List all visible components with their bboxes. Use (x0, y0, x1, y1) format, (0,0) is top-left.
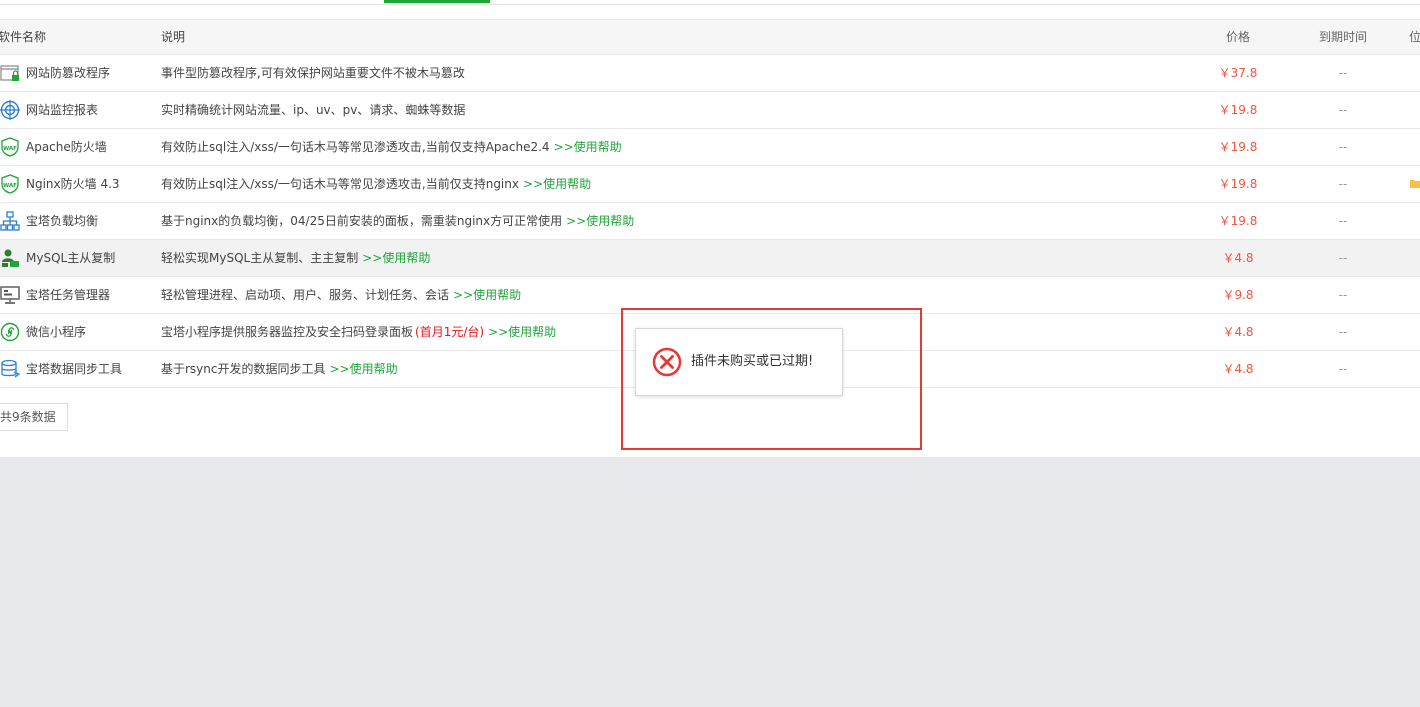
plugin-price: ￥19.8 (1218, 177, 1258, 191)
tab-bar (0, 0, 1420, 5)
table-row[interactable]: 宝塔负载均衡 基于nginx的负载均衡，04/25日前安装的面板，需重装ngin… (0, 203, 1420, 240)
folder-icon[interactable] (1410, 179, 1420, 188)
plugin-expire: -- (1338, 214, 1348, 228)
header-description: 说明 (161, 30, 186, 44)
plugin-price: ￥37.8 (1218, 66, 1258, 80)
header-name[interactable]: 软件名称 (0, 20, 46, 54)
plugin-name[interactable]: Nginx防火墙 4.3 (26, 166, 120, 202)
plugin-description: 有效防止sql注入/xss/一句话木马等常见渗透攻击,当前仅支持Apache2.… (161, 140, 622, 154)
help-link[interactable]: >>使用帮助 (488, 325, 556, 339)
wechat-miniapp-icon (0, 322, 20, 342)
plugin-name[interactable]: 微信小程序 (26, 314, 86, 350)
total-count: 共9条数据 (0, 403, 68, 431)
active-tab-indicator[interactable] (384, 0, 490, 3)
help-link[interactable]: >>使用帮助 (523, 177, 591, 191)
waf-shield-icon: WAF (1, 174, 19, 194)
svg-text:WAF: WAF (3, 146, 17, 152)
monitor-report-icon (0, 100, 20, 120)
plugin-description: 基于nginx的负载均衡，04/25日前安装的面板，需重装nginx方可正常使用… (161, 214, 635, 228)
table-row[interactable]: MySQL主从复制 轻松实现MySQL主从复制、主主复制 >>使用帮助 ￥4.8 … (0, 240, 1420, 277)
plugin-description: 基于rsync开发的数据同步工具 >>使用帮助 (161, 362, 398, 376)
plugin-name[interactable]: 宝塔负载均衡 (26, 203, 98, 239)
plugin-price: ￥19.8 (1218, 140, 1258, 154)
waf-shield-icon: WAF (1, 137, 19, 157)
header-position: 位 (1409, 30, 1420, 44)
table-header: 软件名称 说明 价格 到期时间 位 (0, 19, 1420, 55)
plugin-description: 实时精确统计网站流量、ip、uv、pv、请求、蜘蛛等数据 (161, 103, 466, 117)
plugin-expire: -- (1338, 103, 1348, 117)
help-link[interactable]: >>使用帮助 (453, 288, 521, 302)
plugin-description: 轻松实现MySQL主从复制、主主复制 >>使用帮助 (161, 251, 431, 265)
plugin-name[interactable]: Apache防火墙 (26, 129, 107, 165)
plugin-description: 事件型防篡改程序,可有效保护网站重要文件不被木马篡改 (161, 66, 465, 80)
header-expire[interactable]: 到期时间 (1305, 20, 1381, 54)
plugin-expire: -- (1338, 140, 1348, 154)
plugin-price: ￥19.8 (1218, 214, 1258, 228)
promo-label: (首月1元/台) (415, 325, 485, 339)
table-row[interactable]: WAF Nginx防火墙 4.3 有效防止sql注入/xss/一句话木马等常见渗… (0, 166, 1420, 203)
plugin-description: 有效防止sql注入/xss/一句话木马等常见渗透攻击,当前仅支持nginx >>使… (161, 177, 592, 191)
plugin-expire: -- (1338, 177, 1348, 191)
plugin-name[interactable]: 网站监控报表 (26, 92, 98, 128)
help-link[interactable]: >>使用帮助 (330, 362, 398, 376)
data-sync-icon (1, 359, 20, 378)
mysql-replication-icon (2, 249, 19, 267)
plugin-price: ￥4.8 (1222, 362, 1254, 376)
plugin-name[interactable]: 宝塔任务管理器 (26, 277, 110, 313)
help-link[interactable]: >>使用帮助 (554, 140, 622, 154)
plugin-price: ￥19.8 (1218, 103, 1258, 117)
table-row[interactable]: 网站监控报表 实时精确统计网站流量、ip、uv、pv、请求、蜘蛛等数据 ￥19.… (0, 92, 1420, 129)
load-balance-icon (0, 211, 20, 231)
table-row[interactable]: 网站防篡改程序 事件型防篡改程序,可有效保护网站重要文件不被木马篡改 ￥37.8… (0, 55, 1420, 92)
task-manager-icon (0, 286, 20, 304)
plugin-price: ￥4.8 (1222, 325, 1254, 339)
plugin-expire: -- (1338, 325, 1348, 339)
tamper-proof-icon (0, 65, 19, 81)
help-link[interactable]: >>使用帮助 (566, 214, 634, 228)
header-price[interactable]: 价格 (1200, 20, 1276, 54)
plugin-expire: -- (1338, 66, 1348, 80)
plugin-name[interactable]: 宝塔数据同步工具 (26, 351, 122, 387)
highlight-box (621, 308, 922, 450)
plugin-name[interactable]: MySQL主从复制 (26, 240, 115, 276)
plugin-description: 轻松管理进程、启动项、用户、服务、计划任务、会话 >>使用帮助 (161, 288, 522, 302)
plugin-price: ￥4.8 (1222, 251, 1254, 265)
plugin-description: 宝塔小程序提供服务器监控及安全扫码登录面板 (首月1元/台) >>使用帮助 (161, 325, 557, 339)
plugin-expire: -- (1338, 251, 1348, 265)
table-row[interactable]: WAF Apache防火墙 有效防止sql注入/xss/一句话木马等常见渗透攻击… (0, 129, 1420, 166)
plugin-expire: -- (1338, 288, 1348, 302)
plugin-price: ￥9.8 (1222, 288, 1254, 302)
plugin-name[interactable]: 网站防篡改程序 (26, 55, 110, 91)
plugin-expire: -- (1338, 362, 1348, 376)
help-link[interactable]: >>使用帮助 (362, 251, 430, 265)
svg-text:WAF: WAF (3, 183, 17, 189)
